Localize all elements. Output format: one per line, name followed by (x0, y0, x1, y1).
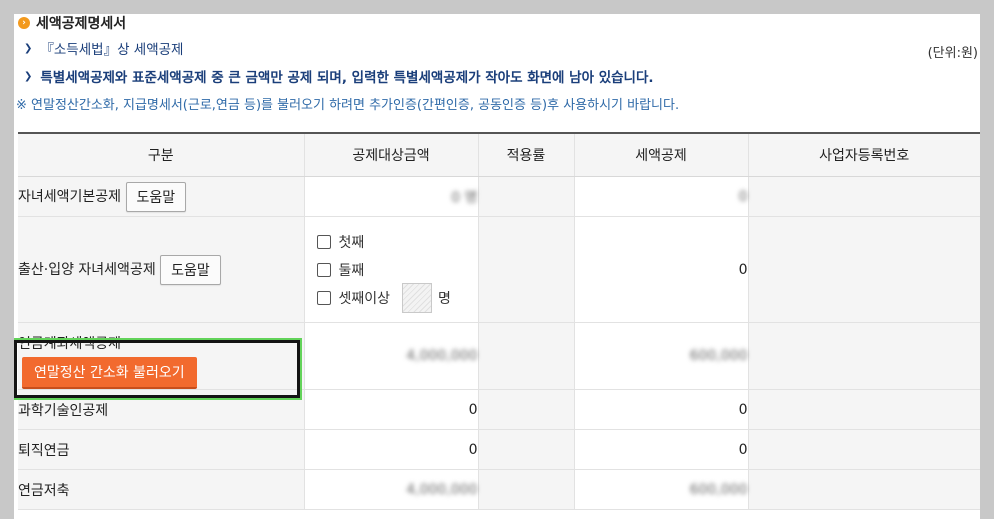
credit-value: 600,000 (689, 481, 748, 498)
amount-value: 0 명 (451, 189, 478, 206)
row-label-retirement-pension: 퇴직연금 (18, 429, 305, 470)
rate-cell (478, 216, 575, 323)
row-label-birth-adoption: 출산·입양 자녀세액공제 도움말 (18, 216, 305, 323)
row-label-pension-account: 연금계좌세액공제 연말정산 간소화 불러오기 (18, 322, 305, 390)
amount-cell[interactable]: 4,000,000 (304, 322, 479, 390)
col-header-amount: 공제대상금액 (304, 132, 479, 177)
rate-cell (478, 429, 575, 470)
bizno-cell (748, 429, 980, 470)
credit-cell: 600,000 (574, 322, 749, 390)
checkbox[interactable] (316, 290, 331, 305)
rate-cell (478, 389, 575, 430)
option-third-plus[interactable]: 셋째이상 명 (316, 282, 478, 313)
bizno-cell (748, 176, 980, 217)
unit-label: (단위:원) (927, 46, 978, 61)
option-second[interactable]: 둘째 (316, 256, 478, 284)
col-header-credit: 세액공제 (574, 132, 749, 177)
amount-value: 4,000,000 (406, 348, 478, 364)
credit-value: 0 (738, 261, 748, 278)
credit-cell: 0 (574, 389, 749, 430)
option-label: 둘째 (338, 262, 365, 279)
col-header-category: 구분 (18, 132, 305, 177)
table-header-row: 구분 공제대상금액 적용률 세액공제 사업자등록번호 (18, 132, 980, 177)
row-label-child-basic: 자녀세액기본공제 도움말 (18, 176, 305, 217)
bizno-cell (748, 389, 980, 430)
table-row: 과학기술인공제 0 0 (18, 389, 980, 430)
amount-cell[interactable]: 4,000,000 (304, 469, 479, 510)
chevron-right-icon: ❯ (24, 42, 33, 54)
credit-value: 0 (738, 188, 748, 205)
income-tax-law-label: 『소득세법』상 세액공제 (40, 42, 184, 58)
col-header-rate: 적용률 (478, 132, 575, 177)
table-row: 연금계좌세액공제 연말정산 간소화 불러오기 4,000,000 600,000 (18, 322, 980, 390)
amount-cell[interactable]: 0 (304, 429, 479, 470)
table-row: 연금저축 4,000,000 600,000 (18, 469, 980, 510)
bizno-cell (748, 216, 980, 323)
option-label: 첫째 (338, 234, 365, 251)
rate-cell (478, 176, 575, 217)
option-first[interactable]: 첫째 (316, 228, 478, 256)
credit-cell: 0 (574, 176, 749, 217)
table-row: 자녀세액기본공제 도움말 0 명 0 (18, 176, 980, 217)
count-input[interactable] (402, 282, 433, 313)
section-title: › 세액공제명세서 (18, 14, 126, 32)
note-text: ※ 연말정산간소화, 지급명세서(근로,연금 등)를 불러오기 하려면 추가인증… (16, 98, 680, 113)
row-label-text: 연금계좌세액공제 (18, 336, 122, 352)
checkbox[interactable] (316, 234, 331, 249)
chevron-right-icon: ❯ (24, 70, 33, 82)
unit-person: 명 (438, 290, 451, 307)
help-button[interactable]: 도움말 (160, 254, 221, 285)
row-label-text: 자녀세액기본공제 (18, 188, 122, 205)
bizno-cell (748, 469, 980, 510)
rate-cell (478, 469, 575, 510)
table-row: 출산·입양 자녀세액공제 도움말 첫째 둘째 셋째이상 명 0 (18, 216, 980, 323)
birth-options-cell: 첫째 둘째 셋째이상 명 (304, 216, 479, 323)
notice-text: 특별세액공제와 표준세액공제 중 큰 금액만 공제 되며, 입력한 특별세액공제… (40, 70, 654, 86)
row-label-science-tech: 과학기술인공제 (18, 389, 305, 430)
help-button[interactable]: 도움말 (125, 181, 187, 212)
checkbox[interactable] (316, 262, 331, 277)
amount-cell[interactable]: 0 명 (304, 176, 479, 217)
tax-credit-panel: › 세액공제명세서 ❯ 『소득세법』상 세액공제 (단위:원) ❯ 특별세액공제… (14, 14, 980, 519)
credit-cell: 0 (574, 429, 749, 470)
income-tax-law-link[interactable]: ❯ 『소득세법』상 세액공제 (24, 38, 183, 58)
row-label-text: 출산·입양 자녀세액공제 (18, 261, 156, 278)
row-label-pension-savings: 연금저축 (18, 469, 305, 510)
import-simplified-button[interactable]: 연말정산 간소화 불러오기 (22, 357, 197, 389)
credit-cell: 600,000 (574, 469, 749, 510)
rate-cell (478, 322, 575, 390)
option-label: 셋째이상 (338, 290, 391, 307)
credit-value: 600,000 (689, 348, 748, 364)
bizno-cell (748, 322, 980, 390)
amount-cell[interactable]: 0 (304, 389, 479, 430)
section-title-text: 세액공제명세서 (36, 16, 127, 32)
amount-value: 4,000,000 (406, 481, 478, 498)
credit-cell: 0 (574, 216, 749, 323)
tax-credit-table: 구분 공제대상금액 적용률 세액공제 사업자등록번호 자녀세액기본공제 도움말 … (18, 132, 980, 510)
col-header-bizno: 사업자등록번호 (748, 132, 980, 177)
notice-line: ❯ 특별세액공제와 표준세액공제 중 큰 금액만 공제 되며, 입력한 특별세액… (24, 66, 654, 86)
table-row: 퇴직연금 0 0 (18, 429, 980, 470)
bullet-icon: › (18, 17, 30, 29)
